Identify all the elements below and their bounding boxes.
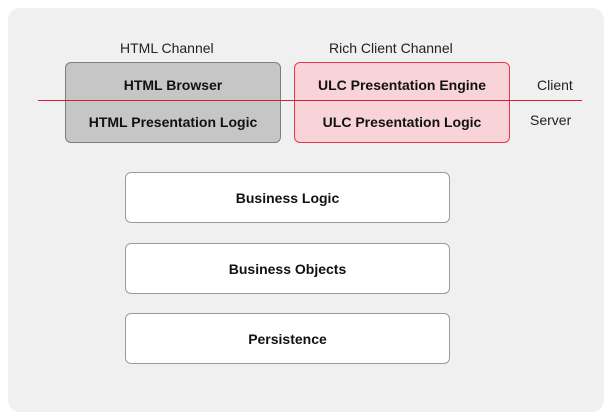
client-tier-label: Client xyxy=(537,77,573,93)
client-server-divider xyxy=(38,100,582,101)
business-logic-box: Business Logic xyxy=(125,172,450,223)
html-channel-box: HTML Browser HTML Presentation Logic xyxy=(65,62,281,143)
rich-client-channel-label: Rich Client Channel xyxy=(329,40,453,56)
html-channel-label: HTML Channel xyxy=(120,40,214,56)
business-objects-box: Business Objects xyxy=(125,243,450,294)
business-logic-label: Business Logic xyxy=(235,190,340,206)
html-browser-label: HTML Browser xyxy=(123,77,223,93)
persistence-label: Persistence xyxy=(248,331,327,347)
ulc-presentation-engine-label: ULC Presentation Engine xyxy=(317,77,487,93)
server-tier-label: Server xyxy=(530,112,572,128)
persistence-box: Persistence xyxy=(125,313,450,364)
business-objects-label: Business Objects xyxy=(228,261,347,277)
html-presentation-logic-label: HTML Presentation Logic xyxy=(88,114,258,130)
ulc-presentation-logic-label: ULC Presentation Logic xyxy=(322,114,482,130)
rich-client-channel-box: ULC Presentation Engine ULC Presentation… xyxy=(294,62,510,143)
